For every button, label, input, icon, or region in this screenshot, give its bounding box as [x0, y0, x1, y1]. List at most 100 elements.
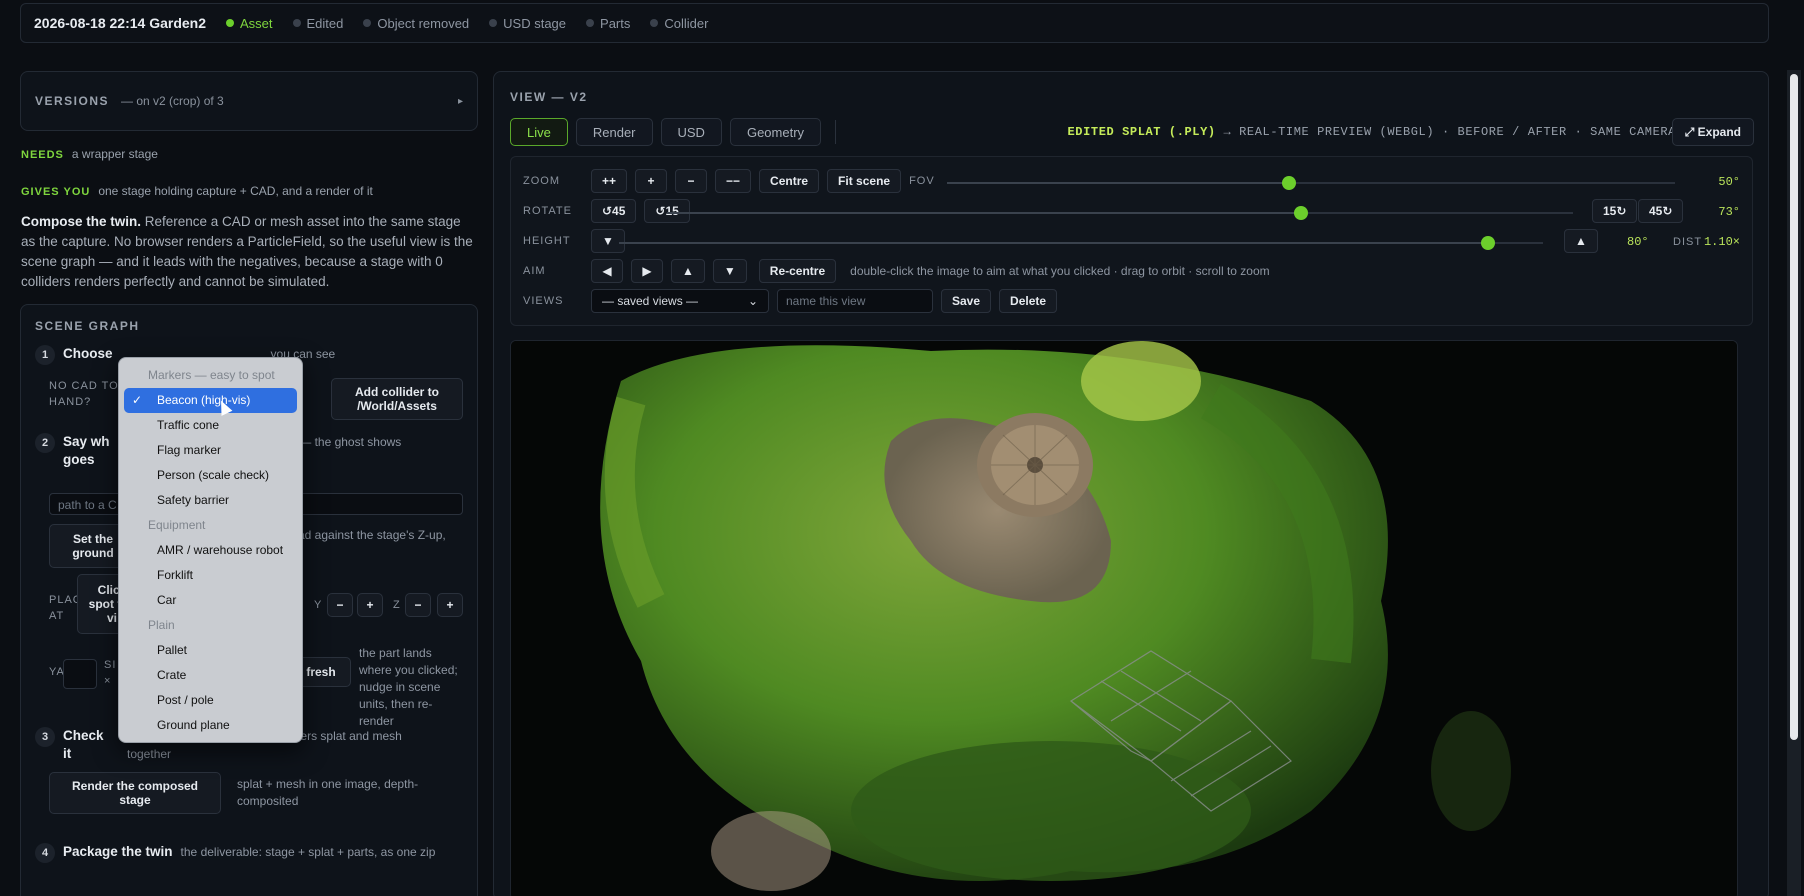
add-collider-button[interactable]: Add collider to /World/Assets: [331, 378, 463, 420]
menu-option-forklift[interactable]: Forklift: [124, 563, 297, 588]
stage-parts[interactable]: Parts: [586, 16, 630, 31]
axis-z-label: Z: [393, 599, 401, 611]
delete-view-button[interactable]: Delete: [999, 289, 1058, 313]
lands-desc: the part lands where you clicked; nudge …: [359, 646, 458, 728]
stage-object-removed[interactable]: Object removed: [363, 16, 469, 31]
zoom-in-more-button[interactable]: ++: [591, 169, 628, 193]
stage-asset[interactable]: Asset: [226, 16, 273, 31]
height-row: HEIGHT ▼: [523, 228, 625, 254]
zoom-row: ZOOM ++ + − −− Centre Fit scene FOV: [523, 168, 935, 194]
menu-group-markers: Markers — easy to spot: [148, 368, 275, 382]
centre-button[interactable]: Centre: [759, 169, 820, 193]
expand-button[interactable]: ⤢ Expand: [1671, 118, 1754, 146]
zoom-out-button[interactable]: −: [675, 169, 708, 193]
menu-option-flag-marker[interactable]: Flag marker: [124, 438, 297, 463]
y-minus-button[interactable]: −: [327, 593, 353, 617]
checkmark-icon: ✓: [132, 393, 143, 407]
slider-knob[interactable]: [1294, 206, 1309, 220]
fit-scene-button[interactable]: Fit scene: [827, 169, 902, 193]
tab-divider: [835, 120, 837, 144]
rotate-right-15-button[interactable]: 15↻: [1592, 199, 1638, 223]
height-up-button[interactable]: ▲: [1564, 229, 1598, 253]
menu-option-person[interactable]: Person (scale check): [124, 463, 297, 488]
rotate-left-15-button[interactable]: ↺15: [644, 199, 690, 223]
axis-y-label: Y: [314, 599, 323, 611]
height-slider[interactable]: [619, 236, 1543, 250]
recentre-button[interactable]: Re-centre: [758, 259, 837, 283]
aim-down-button[interactable]: ▼: [712, 259, 747, 283]
menu-option-ground-plane[interactable]: Ground plane: [124, 713, 297, 738]
dist-value: 1.10×: [1703, 235, 1740, 249]
slider-fill: [619, 242, 1488, 244]
aim-right-button[interactable]: ▶: [631, 259, 663, 283]
stage-usd[interactable]: USD stage: [489, 16, 566, 31]
status-dot-icon: [363, 19, 372, 27]
right-column: VIEW — V2 Live Render USD Geometry EDITE…: [493, 70, 1769, 896]
menu-option-safety-barrier[interactable]: Safety barrier: [124, 488, 297, 513]
tab-geometry[interactable]: Geometry: [729, 118, 822, 146]
menu-group-plain: Plain: [148, 618, 175, 632]
menu-option-crate[interactable]: Crate: [124, 663, 297, 688]
yaw-input[interactable]: [63, 659, 97, 689]
scene-graph-title: SCENE GRAPH: [35, 319, 140, 333]
saved-views-select[interactable]: — saved views — ⌄: [591, 289, 769, 313]
aim-up-button[interactable]: ▲: [671, 259, 705, 283]
rotate-left-45-button[interactable]: ↺45: [591, 199, 637, 223]
garden-splat-render[interactable]: [511, 341, 1738, 896]
expand-arrow-icon[interactable]: ▸: [458, 96, 463, 107]
height-down-button[interactable]: ▼: [591, 229, 625, 253]
menu-option-traffic-cone[interactable]: Traffic cone: [124, 413, 297, 438]
fov-value: 50°: [1718, 175, 1740, 189]
status-dot-icon: [586, 19, 595, 27]
save-view-button[interactable]: Save: [941, 289, 992, 313]
menu-option-amr[interactable]: AMR / warehouse robot: [124, 538, 297, 563]
scrollbar-thumb[interactable]: [1790, 74, 1798, 740]
status-dot-icon: [226, 19, 234, 27]
versions-sub: — on v2 (crop) of 3: [121, 94, 224, 108]
menu-option-car[interactable]: Car: [124, 588, 297, 613]
zoom-in-button[interactable]: +: [635, 169, 668, 193]
zoom-out-more-button[interactable]: −−: [715, 169, 752, 193]
needs-line: NEEDS a wrapper stage: [21, 147, 158, 161]
y-plus-button[interactable]: +: [357, 593, 383, 617]
menu-group-equipment: Equipment: [148, 518, 206, 532]
rotate-value: 73°: [1718, 205, 1740, 219]
stage-edited[interactable]: Edited: [292, 16, 343, 31]
rotate-right-45-button[interactable]: 45↻: [1638, 199, 1684, 223]
view-name-input[interactable]: name this view: [777, 289, 933, 313]
stage-collider[interactable]: Collider: [650, 16, 708, 31]
edited-splat-caption: EDITED SPLAT (.PLY) → REAL-TIME PREVIEW …: [1067, 125, 1676, 139]
rotate-slider[interactable]: [667, 206, 1573, 220]
slider-fill: [947, 182, 1290, 184]
asset-title: 2026-08-18 22:14 Garden2: [34, 15, 206, 31]
top-bar: 2026-08-18 22:14 Garden2 Asset Edited Ob…: [20, 3, 1769, 43]
dist-label: DIST: [1673, 236, 1703, 248]
aim-hint: double-click the image to aim at what yo…: [850, 264, 1270, 278]
menu-option-pallet[interactable]: Pallet: [124, 638, 297, 663]
slider-knob[interactable]: [1480, 236, 1495, 250]
camera-controls: ZOOM ++ + − −− Centre Fit scene FOV 50° …: [510, 156, 1753, 326]
menu-option-post[interactable]: Post / pole: [124, 688, 297, 713]
no-cad-label: NO CAD TO HAND?: [49, 380, 119, 408]
tab-render[interactable]: Render: [575, 118, 653, 146]
part-type-menu[interactable]: Markers — easy to spot ✓ Beacon (high-vis…: [118, 357, 303, 743]
view-title: VIEW — V2: [510, 90, 588, 104]
splat-viewport[interactable]: [510, 340, 1738, 896]
tab-usd[interactable]: USD: [660, 118, 722, 146]
page-scrollbar[interactable]: [1787, 70, 1801, 896]
render-composed-button[interactable]: Render the composed stage: [49, 772, 221, 814]
ground-desc: ad against the stage's Z-up,: [298, 528, 446, 542]
slider-fill: [667, 212, 1302, 214]
slider-knob[interactable]: [1282, 176, 1297, 190]
fov-slider[interactable]: [947, 176, 1675, 190]
menu-option-beacon[interactable]: ✓ Beacon (high-vis): [124, 388, 297, 413]
status-dot-icon: [489, 19, 498, 27]
aim-left-button[interactable]: ◀: [591, 259, 623, 283]
views-row: VIEWS — saved views — ⌄ name this view Sa…: [523, 288, 1058, 314]
versions-panel[interactable]: VERSIONS — on v2 (crop) of 3 ▸: [20, 71, 478, 131]
tab-live[interactable]: Live: [510, 118, 568, 146]
z-plus-button[interactable]: +: [437, 593, 463, 617]
rotate-row: ROTATE ↺45 ↺15: [523, 198, 690, 224]
z-minus-button[interactable]: −: [405, 593, 431, 617]
status-dot-icon: [650, 19, 659, 27]
